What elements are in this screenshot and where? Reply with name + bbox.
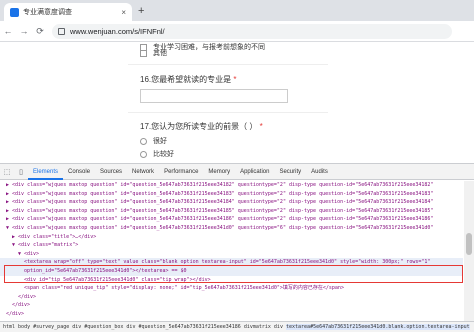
tab-security[interactable]: Security (274, 164, 306, 180)
devtools-scrollbar[interactable] (464, 181, 474, 321)
dom-node-line[interactable]: ▼ <div class="wjques maxtop question" id… (0, 224, 463, 233)
tab-application[interactable]: Application (235, 164, 274, 180)
option-label: 很好 (153, 138, 167, 145)
tab-performance[interactable]: Performance (159, 164, 203, 180)
device-toggle-icon[interactable]: ▯ (14, 168, 28, 176)
option-label: 比较好 (153, 151, 174, 158)
dom-node-line[interactable]: ▶ <div class="wjques maxtop question" id… (0, 190, 463, 199)
answer-textarea[interactable] (140, 89, 288, 103)
required-mark: * (259, 122, 263, 131)
browser-tab[interactable]: 专业满意度调查 × (4, 3, 132, 21)
site-favicon-icon (10, 7, 19, 17)
close-tab-icon[interactable]: × (121, 8, 126, 17)
tab-memory[interactable]: Memory (203, 164, 235, 180)
tab-network[interactable]: Network (127, 164, 159, 180)
page-viewport: 专业学习困难，与报考前想象的不同 其他 16.您最希望就读的专业是 * 17.您… (0, 42, 474, 163)
divider (128, 64, 328, 65)
question-title: 17.您认为您所读专业的前景（ ） * (140, 122, 263, 131)
highlight-annotation-box (4, 265, 463, 283)
dom-tree[interactable]: ▶ <div class="wjques maxtop question" id… (0, 181, 463, 321)
dom-node-line[interactable]: ▶ <div class="wjques maxtop question" id… (0, 181, 463, 190)
dom-node-line[interactable]: </div> (0, 310, 463, 319)
tab-console[interactable]: Console (63, 164, 95, 180)
address-bar[interactable]: www.wenjuan.com/s/IFNFnl/ (52, 23, 452, 39)
radio-icon[interactable] (140, 150, 147, 158)
tab-audits[interactable]: Audits (306, 164, 333, 180)
dom-node-line[interactable]: ▶ <div class="wjques maxtop question" id… (0, 207, 463, 216)
dom-breadcrumb: html body #survey_page div #question_box… (0, 321, 474, 332)
dom-node-line[interactable]: ▶ <div class="wjques maxtop question" id… (0, 198, 463, 207)
devtools-tabbar: ⬚ ▯ Elements Console Sources Network Per… (0, 164, 474, 180)
dom-node-line[interactable]: ▶ <div class="title">…</div> (0, 233, 463, 242)
divider (128, 112, 328, 113)
lock-icon (58, 27, 65, 35)
question-title: 16.您最希望就读的专业是 * (140, 75, 237, 84)
scrollbar-thumb[interactable] (466, 233, 472, 255)
dom-node-line[interactable]: <span class="red unique_tip" style="disp… (0, 284, 463, 293)
tab-strip: 专业满意度调查 × + (0, 0, 474, 21)
radio-icon[interactable] (140, 137, 147, 145)
browser-toolbar: ← → ⟳ www.wenjuan.com/s/IFNFnl/ (0, 21, 474, 42)
reload-icon[interactable]: ⟳ (32, 26, 48, 37)
option-label: 专业学习困难，与报考前想象的不同 (153, 44, 265, 51)
dom-node-line[interactable]: ▼ <div class="matrix"> (0, 241, 463, 250)
radio-option[interactable]: 很好 (140, 136, 167, 146)
tab-elements[interactable]: Elements (28, 164, 64, 180)
inspect-element-icon[interactable]: ⬚ (0, 168, 14, 176)
required-mark: * (233, 75, 237, 84)
forward-icon[interactable]: → (16, 26, 32, 36)
new-tab-button[interactable]: + (138, 3, 144, 19)
radio-option[interactable]: 比较好 (140, 149, 174, 159)
breadcrumb-selected[interactable]: textarea#5e647ab73631f215eee341d0.blank.… (285, 324, 470, 330)
devtools-panel: ⬚ ▯ Elements Console Sources Network Per… (0, 163, 474, 332)
dom-node-line[interactable]: </div> (0, 301, 463, 310)
dom-node-line[interactable]: ▶ <div class="wjques maxtop question" id… (0, 215, 463, 224)
breadcrumb-path[interactable]: html body #survey_page div #question_box… (3, 324, 283, 330)
url-text: www.wenjuan.com/s/IFNFnl/ (70, 26, 165, 36)
checkbox-option[interactable]: 其他 (140, 48, 167, 58)
option-label: 其他 (153, 50, 167, 57)
dom-node-line[interactable]: </div> (0, 293, 463, 302)
checkbox-icon[interactable] (140, 49, 147, 57)
dom-node-line[interactable]: ▼ <div> (0, 250, 463, 259)
back-icon[interactable]: ← (0, 26, 16, 36)
tab-sources[interactable]: Sources (95, 164, 127, 180)
tab-title: 专业满意度调查 (23, 9, 72, 16)
